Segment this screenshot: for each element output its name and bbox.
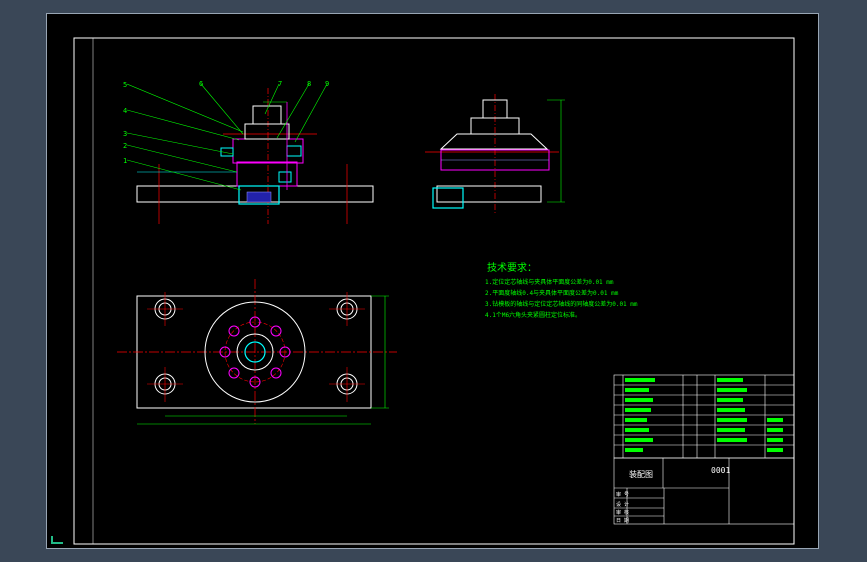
title-block-text: 装配图 0001 审 号 设 计 审 核 日 期	[616, 466, 730, 524]
field-3: 审 核	[616, 509, 629, 516]
drawing-name: 装配图	[629, 469, 653, 479]
side-view	[425, 94, 565, 214]
front-view: 5 4 3 2 1 6 7 8 9	[123, 80, 374, 224]
locating-pin-head	[252, 105, 282, 125]
field-4: 日 期	[616, 518, 629, 524]
callout-3: 3	[123, 130, 127, 138]
drawing-border	[73, 37, 795, 545]
hole-centerlines	[147, 292, 365, 402]
title-block	[613, 457, 795, 525]
callout-5: 5	[123, 81, 127, 89]
side-flange	[439, 133, 549, 150]
ucs-icon	[51, 536, 63, 544]
callout-7: 7	[278, 80, 282, 88]
tech-line-4: 4.1个M6六角头夹紧圆柱定位标准。	[485, 311, 581, 319]
field-1: 审 号	[616, 491, 629, 498]
tech-line-3: 3.钻模板的轴线与定位定芯轴线的同轴度公差为0.01 mm	[485, 300, 638, 308]
side-bolt	[286, 145, 302, 157]
callout-6: 6	[199, 80, 203, 88]
tech-line-2: 2.平面度轴线0.4与夹具体平面度公差为0.01 mm	[485, 289, 619, 297]
callout-2: 2	[123, 142, 127, 150]
field-2: 设 计	[616, 501, 629, 508]
hatch-section	[246, 191, 272, 203]
small-screw	[278, 171, 292, 183]
plan-view	[117, 279, 397, 425]
parts-list	[613, 374, 795, 459]
clamp-nut	[244, 123, 290, 140]
assembly-drawing: 5 4 3 2 1 6 7 8 9 技术要求： 1.定位定芯轴线与夹具体平面度公…	[73, 37, 795, 545]
drawing-number: 0001	[711, 466, 730, 475]
callout-8: 8	[307, 80, 311, 88]
callout-1: 1	[123, 157, 127, 165]
tech-title: 技术要求：	[487, 261, 537, 274]
tech-line-1: 1.定位定芯轴线与夹具体平面度公差为0.01 mm	[485, 278, 614, 286]
cad-viewport[interactable]: 5 4 3 2 1 6 7 8 9 技术要求： 1.定位定芯轴线与夹具体平面度公…	[46, 13, 819, 549]
callout-9: 9	[325, 80, 329, 88]
mounting-holes	[154, 298, 358, 395]
callout-4: 4	[123, 107, 127, 115]
tech-requirements: 技术要求： 1.定位定芯轴线与夹具体平面度公差为0.01 mm 2.平面度轴线0…	[485, 261, 638, 319]
